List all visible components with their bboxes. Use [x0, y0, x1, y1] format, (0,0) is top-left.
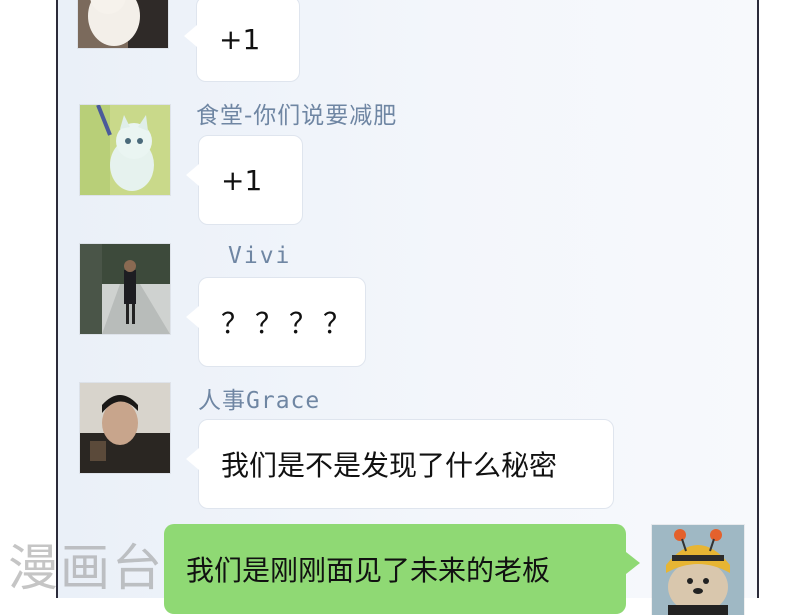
avatar-kitten[interactable] [80, 105, 170, 195]
chat-window: +1 食堂-你们说要减肥 +1 Vivi ？？？？ 人事Grace 我们是不是发… [56, 0, 759, 615]
message-bubble[interactable]: ？？？？ [186, 277, 366, 367]
watermark-logo: 漫画台 [8, 539, 164, 597]
avatar-man-selfie[interactable] [80, 383, 170, 473]
avatar-dog-bee-hat[interactable] [652, 525, 744, 615]
message-text: 我们是刚刚面见了未来的老板 [186, 554, 551, 587]
message-bubble-outgoing[interactable]: 我们是刚刚面见了未来的老板 [164, 524, 640, 614]
message-text: +1 [219, 22, 261, 56]
message-bubble[interactable]: 我们是不是发现了什么秘密 [186, 419, 614, 509]
message-text: ？？？？ [221, 307, 358, 340]
avatar-white-cat[interactable] [78, 0, 168, 48]
avatar-street-photo[interactable] [80, 244, 170, 334]
sender-name: 人事Grace [198, 388, 321, 414]
message-text: 我们是不是发现了什么秘密 [221, 449, 558, 482]
sender-name: 食堂-你们说要减肥 [196, 103, 398, 129]
message-text: +1 [221, 163, 263, 197]
sender-name: Vivi [228, 243, 292, 269]
message-bubble[interactable]: +1 [186, 135, 303, 225]
message-bubble[interactable]: +1 [184, 0, 300, 82]
